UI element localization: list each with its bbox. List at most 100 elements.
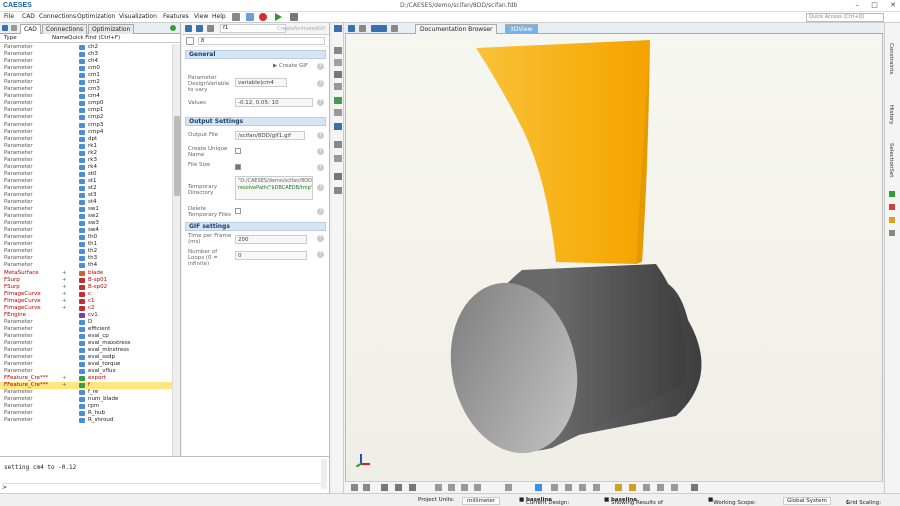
tree-row[interactable]: FEngine cv1 — [0, 312, 172, 319]
tree-row[interactable]: Parameter rpm — [0, 403, 172, 410]
expand-icon[interactable]: + — [62, 305, 67, 312]
iso-view-icon[interactable] — [474, 484, 481, 491]
tree-row[interactable]: Parameter rk4 — [0, 164, 172, 171]
maximize-button[interactable]: □ — [871, 1, 878, 9]
side-view-icon[interactable] — [448, 484, 455, 491]
layout-icon[interactable] — [348, 25, 355, 32]
loops-spinbox[interactable]: 0 — [235, 251, 307, 260]
section-output-settings[interactable]: Output Settings — [185, 117, 326, 126]
file-size-checkbox[interactable] — [235, 164, 241, 170]
tree-row[interactable]: FFeature_Cre*** + export — [0, 375, 172, 382]
tree-row[interactable]: Parameter D — [0, 319, 172, 326]
tree-row[interactable]: Parameter cmp1 — [0, 107, 172, 114]
tree-row[interactable]: Parameter num_blade — [0, 396, 172, 403]
tree-scrollbar[interactable] — [172, 44, 180, 456]
edges-icon[interactable] — [565, 484, 572, 491]
tree-row[interactable]: Parameter sw1 — [0, 206, 172, 213]
red-color-swatch[interactable] — [889, 204, 895, 210]
point-icon[interactable] — [334, 59, 342, 66]
tree-row[interactable]: FImageCurve + c1 — [0, 298, 172, 305]
green-color-swatch[interactable] — [889, 191, 895, 197]
home-icon[interactable] — [11, 25, 17, 31]
time-per-frame-spinbox[interactable]: 200 — [235, 235, 307, 244]
expand-icon[interactable]: + — [62, 277, 67, 284]
feature-icon[interactable] — [334, 187, 342, 194]
tree-row[interactable]: Parameter eval_ssdp — [0, 354, 172, 361]
help-icon[interactable]: ? — [317, 251, 324, 258]
tree-row[interactable]: Parameter st4 — [0, 199, 172, 206]
unique-name-checkbox[interactable] — [235, 148, 241, 154]
menu-visualization[interactable]: Visualization — [119, 13, 157, 20]
tab-documentation-browser[interactable]: Documentation Browser — [415, 24, 498, 34]
tree-row[interactable]: Parameter st2 — [0, 185, 172, 192]
view-mode-icon[interactable] — [371, 25, 387, 32]
3d-viewport[interactable] — [345, 23, 883, 493]
menu-help[interactable]: Help — [212, 13, 226, 20]
shading-icon[interactable] — [535, 484, 542, 491]
tree-row[interactable]: Parameter rk1 — [0, 143, 172, 150]
tree-row[interactable]: Parameter ch4 — [0, 58, 172, 65]
help-icon[interactable]: ? — [317, 80, 324, 87]
tree-row[interactable]: Parameter st1 — [0, 178, 172, 185]
menu-cad[interactable]: CAD — [22, 13, 35, 20]
help-icon[interactable]: ? — [317, 235, 324, 242]
grid-icon[interactable] — [351, 484, 358, 491]
values-field[interactable]: -0.12, 0.05: 10 — [235, 98, 313, 107]
tree-row[interactable]: FSurp + B-sp02 — [0, 284, 172, 291]
tree-row[interactable]: Parameter cm2 — [0, 79, 172, 86]
expand-icon[interactable]: + — [62, 291, 67, 298]
back-icon[interactable] — [185, 25, 192, 32]
tree-row[interactable]: Parameter cmp0 — [0, 100, 172, 107]
points-icon[interactable] — [579, 484, 586, 491]
orange-color-swatch[interactable] — [889, 217, 895, 223]
tree-row[interactable]: Parameter cm3 — [0, 86, 172, 93]
pan-icon[interactable] — [395, 484, 402, 491]
tree-row[interactable]: Parameter rk2 — [0, 150, 172, 157]
output-file-field[interactable]: /scifan/8DD/gif1.gif — [235, 131, 305, 140]
tree-row[interactable]: FFeature_Cre*** + f — [0, 382, 172, 390]
tree-row[interactable]: Parameter f_re — [0, 389, 172, 396]
console-scrollbar[interactable] — [321, 459, 327, 489]
select-icon[interactable] — [334, 47, 342, 54]
expand-icon[interactable]: + — [62, 298, 67, 305]
split-icon[interactable] — [359, 25, 366, 32]
tree-row[interactable]: Parameter sw2 — [0, 213, 172, 220]
pin-icon[interactable] — [207, 25, 214, 32]
mesh-icon[interactable] — [334, 141, 342, 148]
menu-optimization[interactable]: Optimization — [77, 13, 115, 20]
delete-temp-checkbox[interactable] — [235, 208, 241, 214]
measure-icon[interactable] — [334, 123, 342, 130]
tree-row[interactable]: Parameter cm1 — [0, 72, 172, 79]
tree-row[interactable]: Parameter th3 — [0, 255, 172, 262]
tree-row[interactable]: Parameter efficient — [0, 326, 172, 333]
camera-icon[interactable] — [363, 484, 370, 491]
top-view-icon[interactable] — [461, 484, 468, 491]
menu-file[interactable]: File — [4, 13, 14, 20]
rotate-icon[interactable] — [409, 484, 416, 491]
blade-surface[interactable] — [476, 40, 650, 264]
tree-row[interactable]: MetaSurface + blade — [0, 270, 172, 277]
tree-row[interactable]: Parameter cmp2 — [0, 114, 172, 121]
tree-row[interactable]: Parameter R_shroud — [0, 417, 172, 424]
screenshot-icon[interactable] — [391, 25, 398, 32]
transparency-icon[interactable] — [593, 484, 600, 491]
column-name[interactable]: Name — [52, 35, 68, 41]
tab-history[interactable]: History — [888, 105, 894, 125]
gray-color-swatch[interactable] — [889, 230, 895, 236]
table-icon[interactable] — [691, 484, 698, 491]
menu-connections[interactable]: Connections — [39, 13, 76, 20]
help-icon[interactable]: ? — [317, 164, 324, 171]
section-general[interactable]: General — [185, 50, 326, 59]
tree-row[interactable]: Parameter th4 — [0, 262, 172, 269]
tab-constraints[interactable]: Constraints — [888, 43, 894, 74]
help-icon[interactable]: ? — [317, 99, 324, 106]
save-icon[interactable] — [246, 13, 254, 21]
tree-row[interactable]: Parameter st3 — [0, 192, 172, 199]
ruler-icon[interactable] — [671, 484, 678, 491]
tree-row[interactable]: Parameter eval_vflux — [0, 368, 172, 375]
tree-row[interactable]: Parameter ch3 — [0, 51, 172, 58]
section-gif-settings[interactable]: GIF settings — [185, 222, 326, 231]
tree-row[interactable]: Parameter rk3 — [0, 157, 172, 164]
sketch-icon[interactable] — [334, 173, 342, 180]
run-icon[interactable] — [275, 13, 282, 21]
